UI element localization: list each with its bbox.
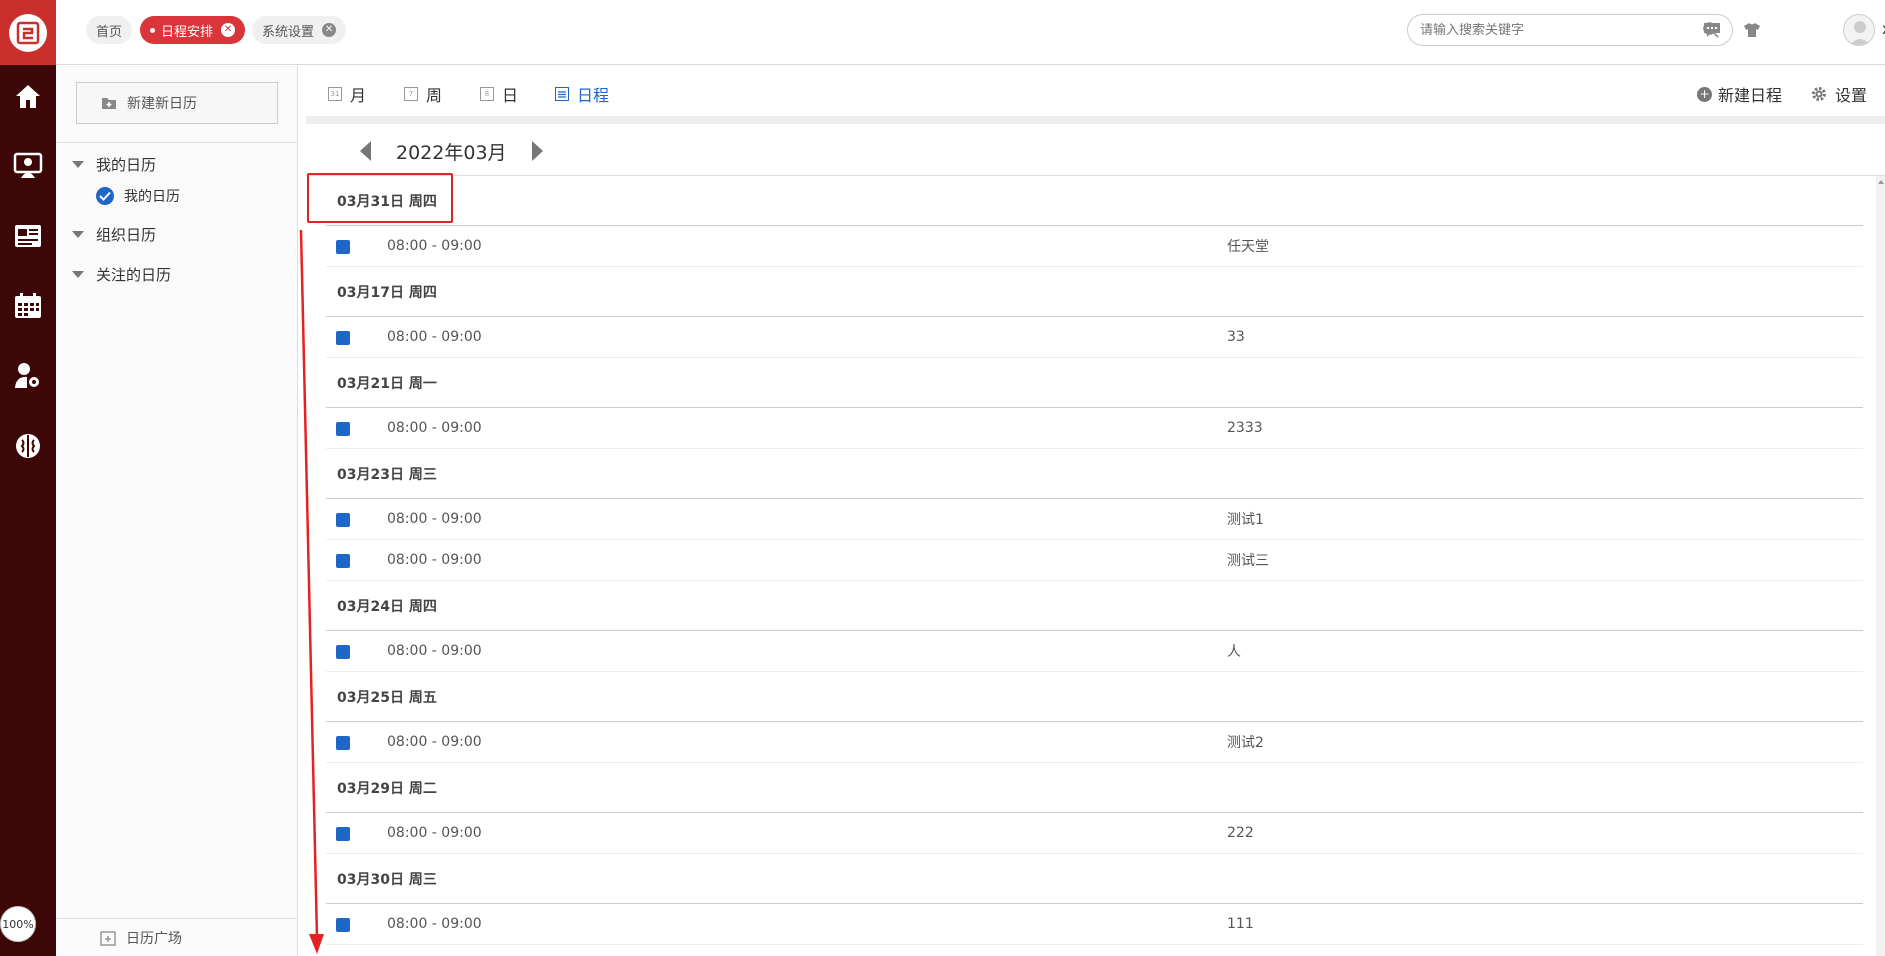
day-header: 03月24日 周四 — [326, 581, 1863, 631]
calendar-month-icon: 31 — [328, 87, 342, 101]
event-row[interactable]: 08:00 - 09:00 人 — [326, 631, 1863, 672]
annotation-arrow — [299, 229, 324, 954]
tab-month-label: 月 — [350, 86, 367, 105]
event-color-marker — [336, 513, 350, 527]
new-event-button[interactable]: + 新建日程 — [1697, 82, 1782, 106]
event-color-marker — [336, 554, 350, 568]
event-time: 08:00 - 09:00 — [387, 916, 482, 932]
day-header: 03月30日 周三 — [326, 854, 1863, 904]
event-time: 08:00 - 09:00 — [387, 643, 482, 659]
event-row[interactable]: 08:00 - 09:00 任天堂 — [326, 226, 1863, 267]
tab-agenda-label: 日程 — [577, 86, 610, 105]
event-title: 人 — [1227, 644, 1241, 660]
view-toolbar: 31 月 7 周 8 日 日程 + 新建日程 设置 — [306, 66, 1885, 116]
next-month-arrow-icon[interactable] — [532, 141, 543, 161]
settings-label: 设置 — [1835, 86, 1868, 105]
event-time: 08:00 - 09:00 — [387, 825, 482, 841]
tab-day-label: 日 — [502, 86, 519, 105]
event-row[interactable]: 08:00 - 09:00 2333 — [326, 408, 1863, 449]
scrollbar[interactable] — [1876, 176, 1885, 956]
month-navigator: 2022年03月 — [306, 124, 1885, 176]
event-title: 2333 — [1227, 420, 1263, 436]
event-color-marker — [336, 240, 350, 254]
search-input[interactable] — [1420, 22, 1702, 38]
calendar-list-icon — [555, 87, 569, 101]
message-icon[interactable] — [1700, 18, 1724, 42]
event-row[interactable]: 08:00 - 09:00 测试1 — [326, 499, 1863, 540]
event-color-marker — [336, 918, 350, 932]
event-color-marker — [336, 422, 350, 436]
event-time: 08:00 - 09:00 — [387, 511, 482, 527]
event-title: 222 — [1227, 825, 1254, 841]
day-header: 03月25日 周五 — [326, 672, 1863, 722]
calendar-day-icon: 8 — [480, 87, 494, 101]
event-title: 33 — [1227, 329, 1245, 345]
event-row[interactable]: 08:00 - 09:00 222 — [326, 813, 1863, 854]
top-bar: 首页 日程安排 ✕ 系统设置 ✕ xadmin — [56, 0, 1885, 65]
tab-day[interactable]: 8 日 — [480, 82, 518, 106]
toolbar-separator — [306, 116, 1885, 124]
month-label: 2022年03月 — [396, 142, 507, 164]
scroll-up-arrow-icon[interactable] — [1878, 180, 1884, 184]
event-title: 测试三 — [1227, 553, 1269, 569]
event-title: 测试1 — [1227, 512, 1264, 528]
tab-month[interactable]: 31 月 — [328, 82, 366, 106]
event-row[interactable]: 08:00 - 09:00 测试2 — [326, 722, 1863, 763]
event-time: 08:00 - 09:00 — [387, 238, 482, 254]
day-header: 03月29日 周二 — [326, 763, 1863, 813]
gear-icon — [1812, 87, 1826, 101]
event-color-marker — [336, 827, 350, 841]
day-header: 03月21日 周一 — [326, 358, 1863, 408]
tab-agenda[interactable]: 日程 — [555, 82, 609, 106]
prev-month-arrow-icon[interactable] — [360, 141, 371, 161]
calendar-week-icon: 7 — [404, 87, 418, 101]
new-event-label: 新建日程 — [1718, 86, 1783, 105]
event-color-marker — [336, 736, 350, 750]
event-time: 08:00 - 09:00 — [387, 329, 482, 345]
day-header: 03月17日 周四 — [326, 267, 1863, 317]
event-row[interactable]: 08:00 - 09:00 111 — [326, 904, 1863, 945]
tab-week[interactable]: 7 周 — [404, 82, 442, 106]
agenda-list: 03月31日 周四 08:00 - 09:00 任天堂 03月17日 周四 08… — [326, 176, 1863, 945]
tab-week-label: 周 — [426, 86, 443, 105]
settings-button[interactable]: 设置 — [1811, 82, 1867, 106]
event-time: 08:00 - 09:00 — [387, 420, 482, 436]
event-color-marker — [336, 331, 350, 345]
event-row[interactable]: 08:00 - 09:00 测试三 — [326, 540, 1863, 581]
event-color-marker — [336, 645, 350, 659]
event-time: 08:00 - 09:00 — [387, 552, 482, 568]
day-header: 03月23日 周三 — [326, 449, 1863, 499]
search-box — [1407, 14, 1733, 46]
avatar[interactable] — [1843, 14, 1875, 46]
event-time: 08:00 - 09:00 — [387, 734, 482, 750]
event-title: 任天堂 — [1227, 239, 1269, 255]
event-title: 111 — [1227, 916, 1254, 932]
skin-shirt-icon[interactable] — [1740, 18, 1764, 42]
day-header: 03月31日 周四 — [326, 176, 1863, 226]
event-title: 测试2 — [1227, 735, 1264, 751]
plus-circle-icon: + — [1697, 86, 1712, 102]
event-row[interactable]: 08:00 - 09:00 33 — [326, 317, 1863, 358]
